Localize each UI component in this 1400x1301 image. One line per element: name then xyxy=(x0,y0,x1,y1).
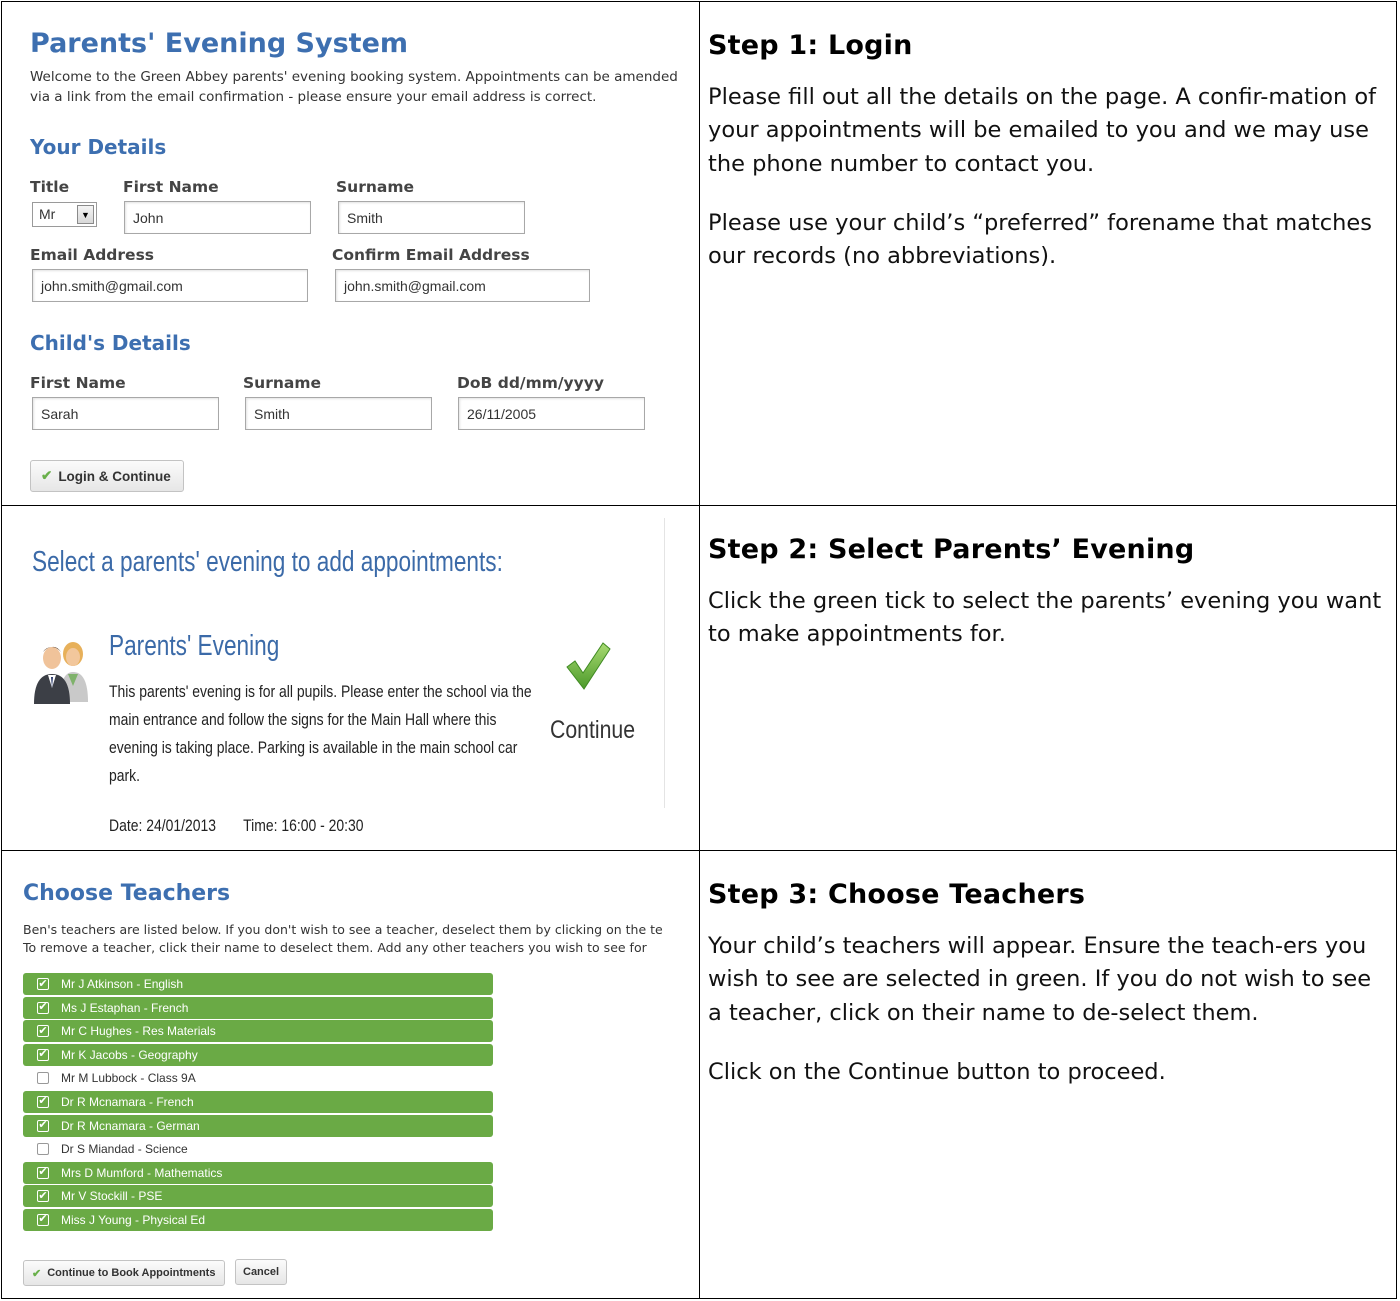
first-name-label: First Name xyxy=(123,178,219,196)
step-2-paragraph-1: Click the green tick to select the paren… xyxy=(708,588,1382,648)
welcome-line-2: via a link from the email confirmation -… xyxy=(30,89,597,106)
teacher-name: Mr M Lubbock - Class 9A xyxy=(61,1071,196,1086)
email-label: Email Address xyxy=(30,246,155,264)
choose-teachers-intro: Ben's teachers are listed below. If you … xyxy=(23,921,663,957)
checkbox-checked-icon[interactable]: ✔ xyxy=(37,1001,49,1014)
checkbox-unchecked-icon[interactable] xyxy=(37,1072,49,1085)
check-icon: ✔ xyxy=(32,1267,42,1280)
teacher-row[interactable]: ✔ Dr R Mcnamara - German xyxy=(23,1114,493,1137)
teacher-name: Miss J Young - Physical Ed xyxy=(61,1212,206,1227)
teacher-row[interactable]: ✔ Ms J Estaphan - French xyxy=(23,996,493,1019)
checkbox-checked-icon[interactable]: ✔ xyxy=(37,1048,49,1061)
step-3-title: Step 3: Choose Teachers xyxy=(708,879,1086,910)
checkbox-checked-icon[interactable]: ✔ xyxy=(37,1119,49,1132)
teacher-list: ✔ Mr J Atkinson - English ✔ Ms J Estaphan … xyxy=(23,973,493,1233)
continue-to-book-button[interactable]: ✔ Continue to Book Appointments xyxy=(23,1260,226,1286)
checkbox-checked-icon[interactable]: ✔ xyxy=(37,1213,49,1226)
select-evening-panel: Select a parents' evening to add appoint… xyxy=(2,506,700,851)
evening-description: This parents' evening is for all pupils.… xyxy=(109,682,532,785)
green-tick-icon[interactable] xyxy=(565,641,611,691)
teacher-row[interactable]: ✔ Mr V Stockill - PSE xyxy=(23,1185,493,1208)
checkbox-unchecked-icon[interactable] xyxy=(37,1143,49,1156)
step-2-title: Step 2: Select Parents’ Evening xyxy=(708,534,1195,565)
welcome-line-1: Welcome to the Green Abbey parents' even… xyxy=(30,69,678,85)
select-evening-heading: Select a parents' evening to add appoint… xyxy=(32,546,503,578)
choose-teachers-intro-line-1: Ben's teachers are listed below. If you … xyxy=(23,922,663,937)
login-panel: Parents' Evening System Welcome to the G… xyxy=(2,2,700,506)
evening-date: Date: 24/01/2013 xyxy=(109,816,216,835)
child-surname-label: Surname xyxy=(243,374,321,392)
step-1-paragraph-2: Please use your child’s “preferred” fore… xyxy=(708,209,1372,270)
teacher-name: Dr R Mcnamara - French xyxy=(61,1094,194,1109)
step-3-paragraph-2: Click on the Continue button to proceed. xyxy=(708,1058,1166,1085)
your-details-heading: Your Details xyxy=(30,135,167,159)
first-name-input[interactable]: John xyxy=(124,201,311,234)
page-title: Parents' Evening System xyxy=(30,28,409,59)
title-label: Title xyxy=(30,178,70,196)
email-input[interactable]: john.smith@gmail.com xyxy=(32,269,308,302)
checkbox-checked-icon[interactable]: ✔ xyxy=(37,978,49,990)
teacher-row[interactable]: Dr S Miandad - Science xyxy=(23,1138,493,1161)
choose-teachers-heading: Choose Teachers xyxy=(23,881,231,906)
dob-input[interactable]: 26/11/2005 xyxy=(458,397,645,430)
title-select-value: Mr xyxy=(39,206,56,222)
teacher-row[interactable]: Mr M Lubbock - Class 9A xyxy=(23,1067,493,1090)
dob-label: DoB dd/mm/yyyy xyxy=(457,374,604,392)
child-first-name-label: First Name xyxy=(30,374,126,392)
teacher-row[interactable]: ✔ Miss J Young - Physical Ed xyxy=(23,1208,493,1231)
confirm-email-label: Confirm Email Address xyxy=(332,246,530,264)
welcome-text: Welcome to the Green Abbey parents' even… xyxy=(30,67,699,108)
evening-date-time: Date: 24/01/2013 Time: 16:00 - 20:30 xyxy=(109,816,364,836)
teacher-row[interactable]: ✔ Mr C Hughes - Res Materials xyxy=(23,1020,493,1043)
checkbox-checked-icon[interactable]: ✔ xyxy=(37,1025,49,1038)
checkbox-checked-icon[interactable]: ✔ xyxy=(37,1190,49,1203)
continue-to-book-label: Continue to Book Appointments xyxy=(47,1267,216,1279)
step-1-instructions: Step 1: Login Please fill out all the de… xyxy=(700,2,1396,506)
continue-link[interactable]: Continue xyxy=(550,716,635,745)
step-1-title: Step 1: Login xyxy=(708,30,913,61)
choose-teachers-intro-line-2: To remove a teacher, click their name to… xyxy=(23,940,647,955)
choose-teachers-panel: Choose Teachers Ben's teachers are liste… xyxy=(2,851,700,1298)
evening-title: Parents' Evening xyxy=(109,630,280,662)
teacher-row[interactable]: ✔ Dr R Mcnamara - French xyxy=(23,1090,493,1113)
child-first-name-input[interactable]: Sarah xyxy=(32,397,219,430)
checkbox-checked-icon[interactable]: ✔ xyxy=(37,1095,49,1108)
checkbox-checked-icon[interactable]: ✔ xyxy=(37,1166,49,1179)
teacher-name: Mr C Hughes - Res Materials xyxy=(61,1024,216,1039)
teacher-row[interactable]: ✔ Mr J Atkinson - English xyxy=(23,973,493,995)
check-icon: ✔ xyxy=(41,468,53,483)
surname-label: Surname xyxy=(336,178,414,196)
teacher-row[interactable]: ✔ Mr K Jacobs - Geography xyxy=(23,1043,493,1066)
teacher-name: Mrs D Mumford - Mathematics xyxy=(61,1165,223,1180)
teacher-name: Mr J Atkinson - English xyxy=(61,977,184,991)
chevron-down-icon[interactable]: ▼ xyxy=(77,205,94,224)
teacher-row[interactable]: ✔ Mrs D Mumford - Mathematics xyxy=(23,1161,493,1184)
step-3-instructions: Step 3: Choose Teachers Your child’s tea… xyxy=(700,851,1396,1298)
step-3-paragraph-1: Your child’s teachers will appear. Ensur… xyxy=(708,933,1372,1026)
teacher-name: Dr R Mcnamara - German xyxy=(61,1118,200,1133)
cancel-button[interactable]: Cancel xyxy=(235,1259,288,1285)
step-2-instructions: Step 2: Select Parents’ Evening Click th… xyxy=(700,506,1396,851)
panel-divider xyxy=(664,518,665,808)
login-continue-button[interactable]: ✔ Login & Continue xyxy=(30,460,184,492)
surname-input[interactable]: Smith xyxy=(338,201,525,234)
parents-avatar-icon xyxy=(34,642,88,704)
evening-time: Time: 16:00 - 20:30 xyxy=(243,816,364,835)
login-continue-label: Login & Continue xyxy=(58,468,171,484)
instruction-grid: Parents' Evening System Welcome to the G… xyxy=(1,1,1397,1299)
child-surname-input[interactable]: Smith xyxy=(245,397,432,430)
teacher-name: Dr S Miandad - Science xyxy=(61,1142,188,1157)
teacher-name: Ms J Estaphan - French xyxy=(61,1000,189,1015)
title-select[interactable]: Mr ▼ xyxy=(32,202,97,227)
childs-details-heading: Child's Details xyxy=(30,331,191,355)
confirm-email-input[interactable]: john.smith@gmail.com xyxy=(335,269,590,302)
step-1-paragraph-1: Please fill out all the details on the p… xyxy=(708,84,1377,177)
teacher-name: Mr K Jacobs - Geography xyxy=(61,1047,198,1062)
teacher-name: Mr V Stockill - PSE xyxy=(61,1189,163,1204)
